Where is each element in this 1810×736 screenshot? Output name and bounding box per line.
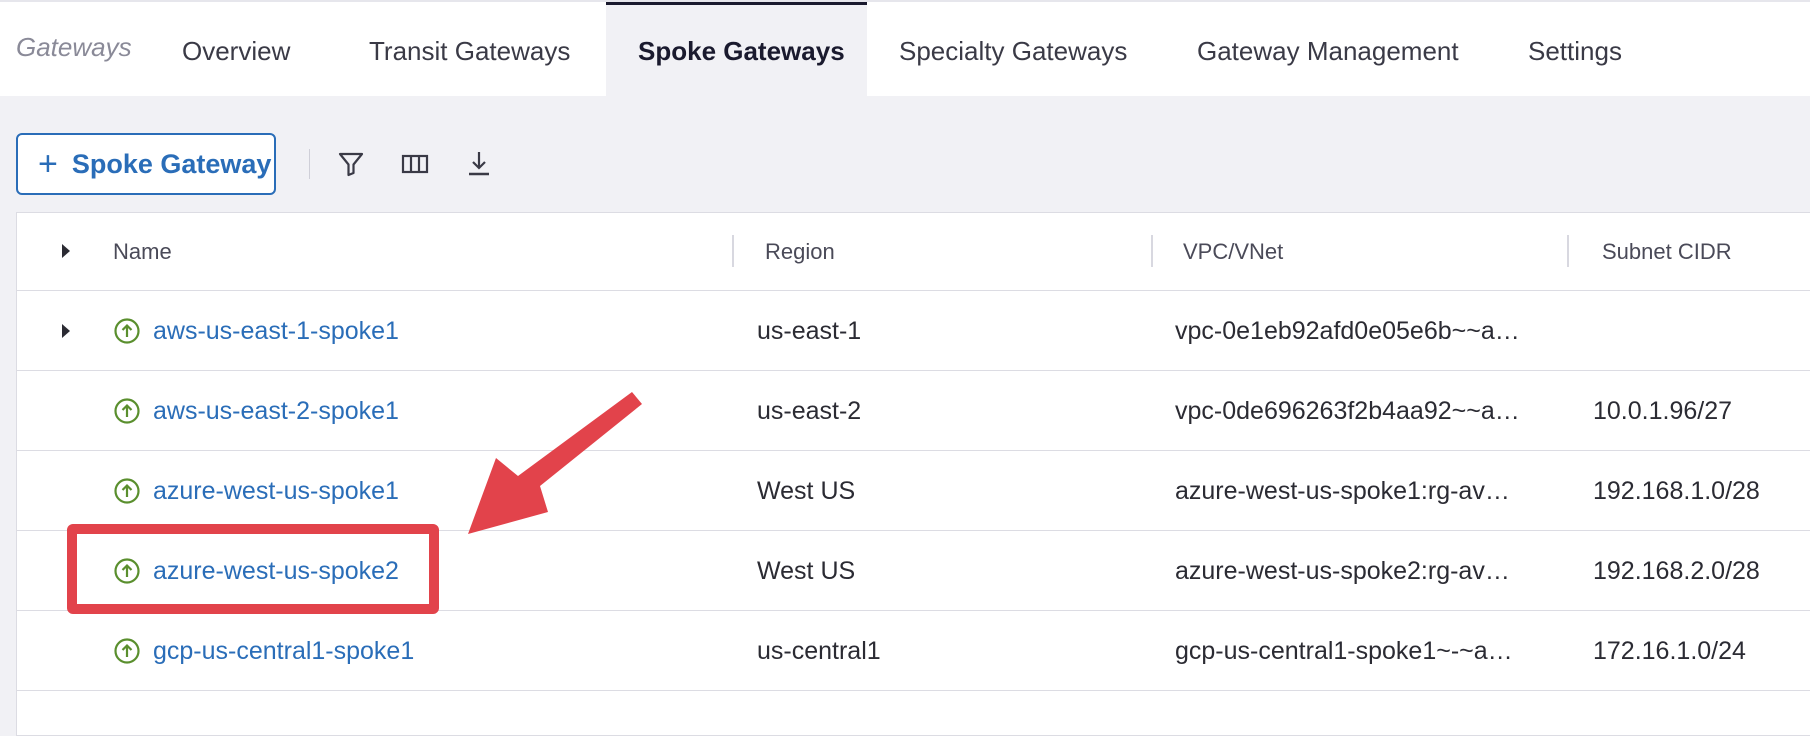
gateway-name-link[interactable]: azure-west-us-spoke1	[153, 477, 399, 506]
table-row[interactable]: azure-west-us-spoke1 West US azure-west-…	[17, 451, 1810, 531]
tab-specialty-gateways[interactable]: Specialty Gateways	[867, 2, 1159, 98]
column-header-subnet-cidr[interactable]: Subnet CIDR	[1602, 239, 1732, 265]
gateway-subnet-cidr: 10.0.1.96/27	[1593, 397, 1733, 425]
column-header-name[interactable]: Name	[113, 239, 172, 265]
table-row[interactable]: aws-us-east-2-spoke1 us-east-2 vpc-0de69…	[17, 371, 1810, 451]
gateway-subnet-cidr: 192.168.1.0/28	[1593, 477, 1760, 505]
status-up-icon	[114, 638, 140, 664]
gateway-name-link[interactable]: aws-us-east-2-spoke1	[153, 397, 399, 426]
table-header: Name Region VPC/VNet Subnet CIDR	[17, 213, 1810, 291]
column-header-vpc-vnet[interactable]: VPC/VNet	[1183, 239, 1283, 265]
expand-row-caret-icon[interactable]	[62, 324, 70, 338]
tab-settings[interactable]: Settings	[1496, 2, 1654, 98]
add-spoke-gateway-button[interactable]: + Spoke Gateway	[16, 133, 276, 195]
gateway-region: West US	[757, 557, 856, 585]
nav-section-title: Gateways	[16, 32, 132, 62]
gateway-subnet-cidr: 192.168.2.0/28	[1593, 557, 1760, 585]
status-up-icon	[114, 398, 140, 424]
download-icon[interactable]	[463, 148, 495, 180]
gateway-region: us-central1	[757, 637, 881, 665]
expand-all-caret-icon[interactable]	[62, 244, 70, 258]
gateway-vpc: vpc-0e1eb92afd0e05e6b~~a…	[1175, 317, 1520, 345]
tab-spoke-gateways[interactable]: Spoke Gateways	[606, 2, 867, 98]
plus-icon: +	[38, 145, 58, 183]
gateway-vpc: azure-west-us-spoke2:rg-av…	[1175, 557, 1510, 585]
annotation-highlight-box	[67, 524, 439, 614]
column-resizer[interactable]	[1151, 235, 1153, 267]
spoke-gateways-table: Name Region VPC/VNet Subnet CIDR aws-us-…	[16, 212, 1810, 736]
column-header-region[interactable]: Region	[765, 239, 835, 265]
gateway-region: West US	[757, 477, 856, 505]
tab-transit-gateways[interactable]: Transit Gateways	[337, 2, 602, 98]
status-up-icon	[114, 478, 140, 504]
tab-overview[interactable]: Overview	[150, 2, 322, 98]
status-up-icon	[114, 318, 140, 344]
filter-icon[interactable]	[335, 148, 367, 180]
gateway-vpc: azure-west-us-spoke1:rg-av…	[1175, 477, 1510, 505]
table-row[interactable]: gcp-us-central1-spoke1 us-central1 gcp-u…	[17, 611, 1810, 691]
gateway-region: us-east-2	[757, 397, 862, 425]
gateway-region: us-east-1	[757, 317, 862, 345]
table-row[interactable]: aws-us-east-1-spoke1 us-east-1 vpc-0e1eb…	[17, 291, 1810, 371]
column-resizer[interactable]	[732, 235, 734, 267]
gateway-subnet-cidr: 172.16.1.0/24	[1593, 637, 1746, 665]
tab-gateway-management[interactable]: Gateway Management	[1165, 2, 1491, 98]
gateways-top-nav: Gateways Overview Transit Gateways Spoke…	[0, 0, 1810, 98]
gateway-name-link[interactable]: gcp-us-central1-spoke1	[153, 637, 414, 666]
gateway-name-link[interactable]: aws-us-east-1-spoke1	[153, 317, 399, 346]
gateway-vpc: vpc-0de696263f2b4aa92~~a…	[1175, 397, 1520, 425]
columns-icon[interactable]	[399, 148, 431, 180]
column-resizer[interactable]	[1567, 235, 1569, 267]
toolbar-divider	[309, 149, 310, 179]
gateway-vpc: gcp-us-central1-spoke1~-~a…	[1175, 637, 1513, 665]
add-spoke-gateway-label: Spoke Gateway	[71, 148, 272, 179]
annotation-arrow-icon	[468, 392, 642, 534]
